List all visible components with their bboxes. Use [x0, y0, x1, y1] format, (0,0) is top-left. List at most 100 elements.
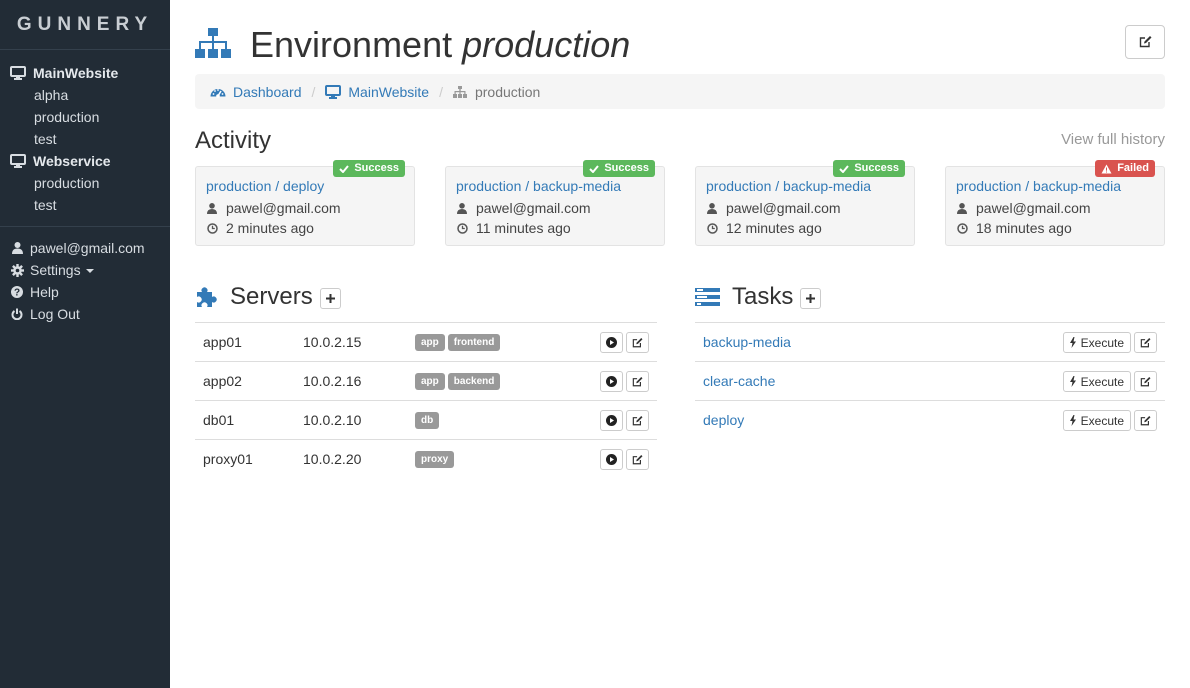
edit-server-button[interactable]	[626, 449, 649, 470]
sitemap-icon	[452, 85, 467, 98]
page-title-env: production	[462, 24, 631, 65]
dashboard-icon	[210, 88, 226, 98]
breadcrumb-application[interactable]: MainWebsite	[325, 84, 429, 100]
play-circle-icon	[606, 337, 617, 348]
user-icon	[206, 202, 218, 214]
task-actions: Execute	[1062, 371, 1157, 392]
edit-icon	[1140, 415, 1151, 425]
server-ip: 10.0.2.15	[303, 334, 362, 350]
task-link[interactable]: clear-cache	[703, 373, 775, 389]
table-row: backup-media Execute	[695, 323, 1165, 362]
activity-time: 12 minutes ago	[706, 218, 914, 238]
logout-label: Log Out	[30, 306, 80, 322]
clock-icon	[206, 222, 218, 234]
clock-icon	[706, 222, 718, 234]
activity-task-link[interactable]: production / deploy	[206, 178, 414, 198]
task-link[interactable]: backup-media	[703, 334, 791, 350]
activity-card: Success production / backup-media pawel@…	[695, 160, 915, 246]
task-link[interactable]: deploy	[703, 412, 744, 428]
server-ip: 10.0.2.20	[303, 451, 362, 467]
breadcrumb-application-label: MainWebsite	[348, 83, 430, 100]
sidebar-settings[interactable]: Settings	[0, 259, 170, 281]
bolt-icon	[1069, 337, 1076, 348]
sidebar-user[interactable]: pawel@gmail.com	[0, 237, 170, 259]
activity-user: pawel@gmail.com	[456, 198, 664, 218]
play-circle-icon	[606, 415, 617, 426]
activity-user-email: pawel@gmail.com	[226, 200, 341, 216]
puzzle-icon	[197, 287, 217, 307]
page-title: Environment production	[250, 24, 630, 66]
add-server-button[interactable]	[319, 287, 341, 309]
activity-task-link[interactable]: production / backup-media	[456, 178, 664, 198]
edit-icon	[1140, 337, 1151, 347]
server-tag: proxy	[415, 451, 455, 468]
plus-icon	[806, 293, 816, 303]
run-server-button[interactable]	[600, 332, 623, 353]
sidebar-env-alpha[interactable]: alpha	[0, 84, 170, 106]
edit-server-button[interactable]	[626, 410, 649, 431]
table-row: proxy01 10.0.2.20 proxy	[195, 440, 657, 479]
clock-icon	[456, 222, 468, 234]
execute-task-button[interactable]: Execute	[1062, 371, 1131, 392]
sidebar-app-webservice[interactable]: Webservice	[0, 150, 170, 172]
server-tag: db	[415, 412, 440, 429]
bolt-icon	[1069, 415, 1076, 426]
edit-icon	[1140, 376, 1151, 386]
activity-card: Success production / backup-media pawel@…	[445, 160, 665, 246]
breadcrumb-dashboard[interactable]: Dashboard	[210, 84, 302, 100]
gear-icon	[10, 263, 24, 277]
help-label: Help	[30, 284, 59, 300]
power-off-icon	[10, 308, 24, 320]
sidebar-app-mainwebsite[interactable]: MainWebsite	[0, 62, 170, 84]
server-tag: app	[415, 373, 445, 390]
run-server-button[interactable]	[600, 449, 623, 470]
server-tag: frontend	[447, 334, 501, 351]
activity-task-link[interactable]: production / backup-media	[706, 178, 914, 198]
add-task-button[interactable]	[800, 287, 822, 309]
activity-task-link[interactable]: production / backup-media	[956, 178, 1164, 198]
servers-title: Servers	[230, 283, 313, 310]
edit-environment-button[interactable]	[1125, 25, 1165, 59]
edit-task-button[interactable]	[1134, 410, 1157, 431]
activity-user-email: pawel@gmail.com	[726, 200, 841, 216]
edit-server-button[interactable]	[626, 371, 649, 392]
sidebar-env-production[interactable]: production	[0, 172, 170, 194]
status-label: Failed	[1117, 162, 1149, 174]
execute-label: Execute	[1080, 413, 1124, 428]
play-circle-icon	[606, 376, 617, 387]
edit-server-button[interactable]	[626, 332, 649, 353]
sidebar-env-test[interactable]: test	[0, 128, 170, 150]
execute-task-button[interactable]: Execute	[1062, 332, 1131, 353]
sidebar-logout[interactable]: Log Out	[0, 303, 170, 325]
execute-task-button[interactable]: Execute	[1062, 410, 1131, 431]
sidebar-help[interactable]: ? Help	[0, 281, 170, 303]
execute-label: Execute	[1080, 335, 1124, 350]
brand-logo[interactable]: GUNNERY	[0, 0, 170, 50]
sidebar-env-production[interactable]: production	[0, 106, 170, 128]
activity-card: Failed production / backup-media pawel@g…	[945, 160, 1165, 246]
settings-label: Settings	[30, 262, 81, 278]
activity-title: Activity	[195, 127, 272, 154]
run-server-button[interactable]	[600, 410, 623, 431]
main-content: Environment production Dashboard / MainW…	[195, 0, 1165, 470]
sidebar-app-label: MainWebsite	[33, 65, 119, 81]
svg-text:?: ?	[14, 288, 20, 299]
check-icon	[839, 164, 850, 173]
edit-task-button[interactable]	[1134, 371, 1157, 392]
sidebar: GUNNERY MainWebsite alpha production tes…	[0, 0, 170, 688]
breadcrumb-separator: /	[439, 83, 443, 100]
activity-time: 2 minutes ago	[206, 218, 414, 238]
server-actions	[597, 449, 649, 470]
activity-time: 11 minutes ago	[456, 218, 664, 238]
edit-task-button[interactable]	[1134, 332, 1157, 353]
run-server-button[interactable]	[600, 371, 623, 392]
edit-icon	[632, 454, 643, 464]
sidebar-env-test[interactable]: test	[0, 194, 170, 216]
tasks-title: Tasks	[732, 283, 794, 310]
activity-card: Success production / deploy pawel@gmail.…	[195, 160, 415, 246]
view-full-history-link[interactable]: View full history	[1061, 131, 1165, 148]
check-icon	[339, 164, 350, 173]
activity-user: pawel@gmail.com	[956, 198, 1164, 218]
page-title-prefix: Environment	[250, 24, 453, 65]
breadcrumb-environment: production	[452, 84, 540, 100]
